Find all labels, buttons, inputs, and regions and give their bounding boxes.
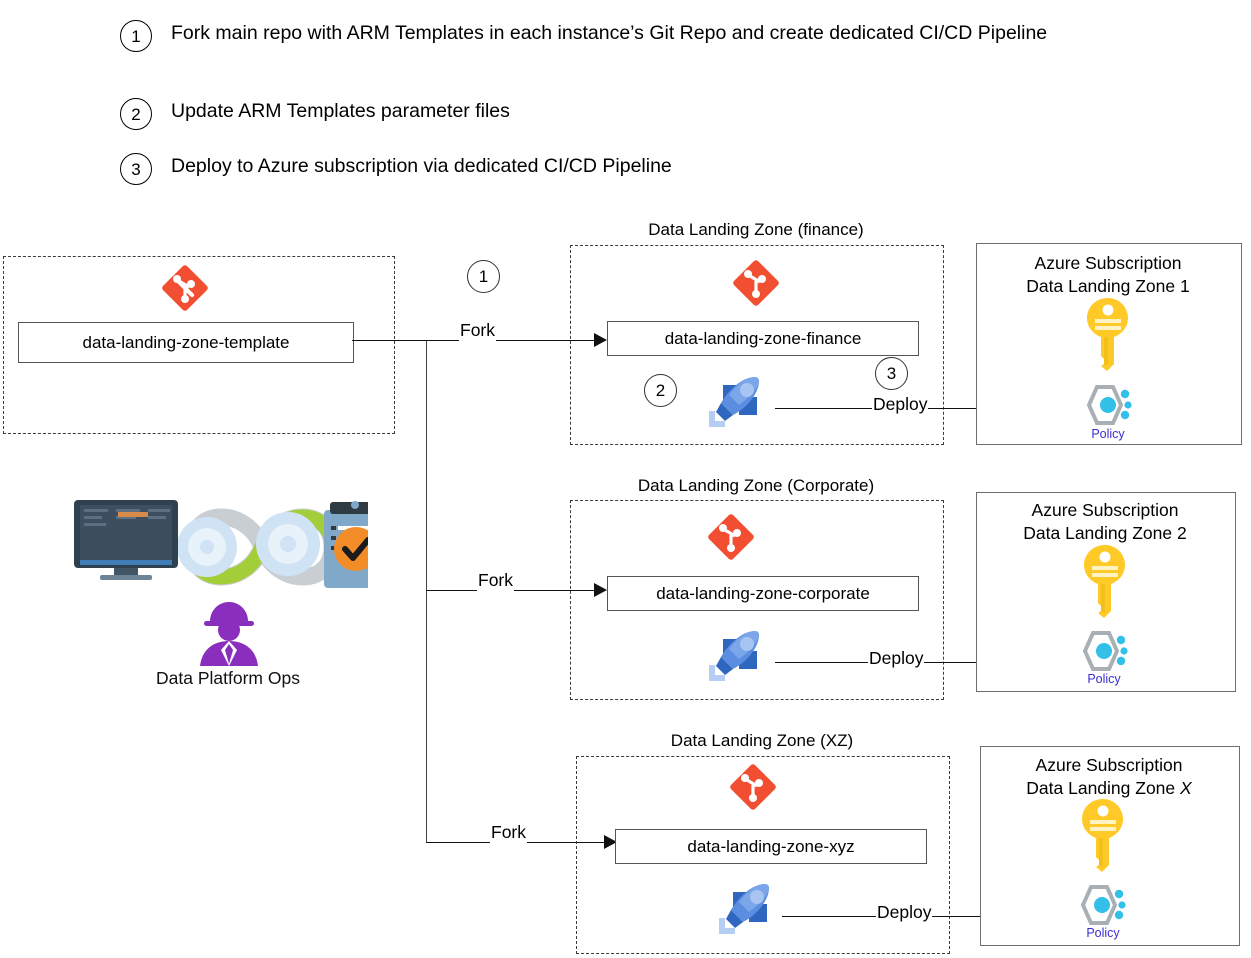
legend-item-2: 2 Update ARM Templates parameter files	[120, 98, 1190, 130]
subscription-line1-1: Azure Subscription	[1034, 253, 1182, 273]
legend-text-1: Fork main repo with ARM Templates in eac…	[171, 22, 1048, 44]
legend-number-1: 1	[120, 20, 152, 52]
legend-text-3: Deploy to Azure subscription via dedicat…	[171, 155, 672, 177]
deploy-label-2: Deploy	[868, 648, 925, 669]
git-icon	[728, 761, 778, 813]
step-badge-2: 2	[644, 374, 677, 407]
zone-title-2: Data Landing Zone (Corporate)	[637, 476, 875, 495]
key-icon	[1078, 797, 1128, 873]
fork-trunk-vertical	[426, 340, 427, 843]
zone-repo-label-2: data-landing-zone-corporate	[656, 583, 870, 603]
zone-title-1: Data Landing Zone (finance)	[648, 220, 864, 239]
azure-pipelines-rocket-icon	[713, 878, 777, 940]
source-to-trunk-line	[352, 340, 427, 341]
legend-item-1: 1 Fork main repo with ARM Templates in e…	[120, 20, 1190, 52]
persona-label: Data Platform Ops	[156, 668, 300, 688]
legend-number-3: 3	[120, 153, 152, 185]
subscription-line2-3: Data Landing Zone	[1026, 778, 1181, 799]
key-icon	[1083, 296, 1133, 372]
policy-label-3: Policy	[1086, 926, 1120, 940]
subscription-line1-3: Azure Subscription	[1035, 755, 1183, 775]
fork-label-2: Fork	[477, 570, 514, 591]
fork-label-1: Fork	[459, 320, 496, 341]
azure-policy-icon	[1076, 629, 1134, 677]
git-icon	[160, 262, 210, 314]
legend-text-2: Update ARM Templates parameter files	[171, 100, 510, 122]
azure-policy-icon	[1080, 383, 1138, 431]
azure-pipelines-rocket-icon	[703, 625, 767, 687]
git-icon	[731, 257, 781, 309]
step-badge-3: 3	[875, 357, 908, 390]
zone-repo-box-3[interactable]: data-landing-zone-xyz	[615, 829, 927, 864]
policy-label-1: Policy	[1091, 427, 1125, 441]
subscription-line1-2: Azure Subscription	[1031, 500, 1179, 520]
source-repo-box[interactable]: data-landing-zone-template	[18, 322, 354, 363]
legend-item-3: 3 Deploy to Azure subscription via dedic…	[120, 153, 1190, 185]
subscription-line2-1: Data Landing Zone 1	[1026, 276, 1190, 297]
subscription-line2-3-italic: X	[1180, 778, 1192, 799]
zone-repo-label-3: data-landing-zone-xyz	[687, 836, 855, 856]
subscription-title-1: Azure Subscription Data Landing Zone 1	[976, 252, 1240, 298]
zone-repo-box-2[interactable]: data-landing-zone-corporate	[607, 576, 919, 611]
zone-title-3: Data Landing Zone (XZ)	[670, 731, 854, 750]
legend-number-2: 2	[120, 98, 152, 130]
subscription-title-2: Azure Subscription Data Landing Zone 2	[976, 499, 1234, 545]
zone-repo-box-1[interactable]: data-landing-zone-finance	[607, 321, 919, 356]
source-repo-label: data-landing-zone-template	[82, 332, 290, 352]
step-badge-1: 1	[467, 260, 500, 293]
azure-pipelines-rocket-icon	[703, 371, 767, 433]
key-icon	[1080, 543, 1130, 619]
git-icon	[706, 511, 756, 563]
subscription-line2-2: Data Landing Zone 2	[1023, 523, 1187, 544]
zone-repo-label-1: data-landing-zone-finance	[664, 328, 862, 348]
devops-infinity-icon	[72, 492, 368, 602]
deploy-label-3: Deploy	[876, 902, 933, 923]
fork-label-3: Fork	[490, 822, 527, 843]
deploy-label-1: Deploy	[872, 394, 929, 415]
azure-policy-icon	[1074, 883, 1132, 931]
subscription-title-3: Azure Subscription Data Landing Zone X	[980, 754, 1238, 800]
policy-label-2: Policy	[1087, 672, 1121, 686]
persona-figure-icon	[190, 600, 268, 668]
